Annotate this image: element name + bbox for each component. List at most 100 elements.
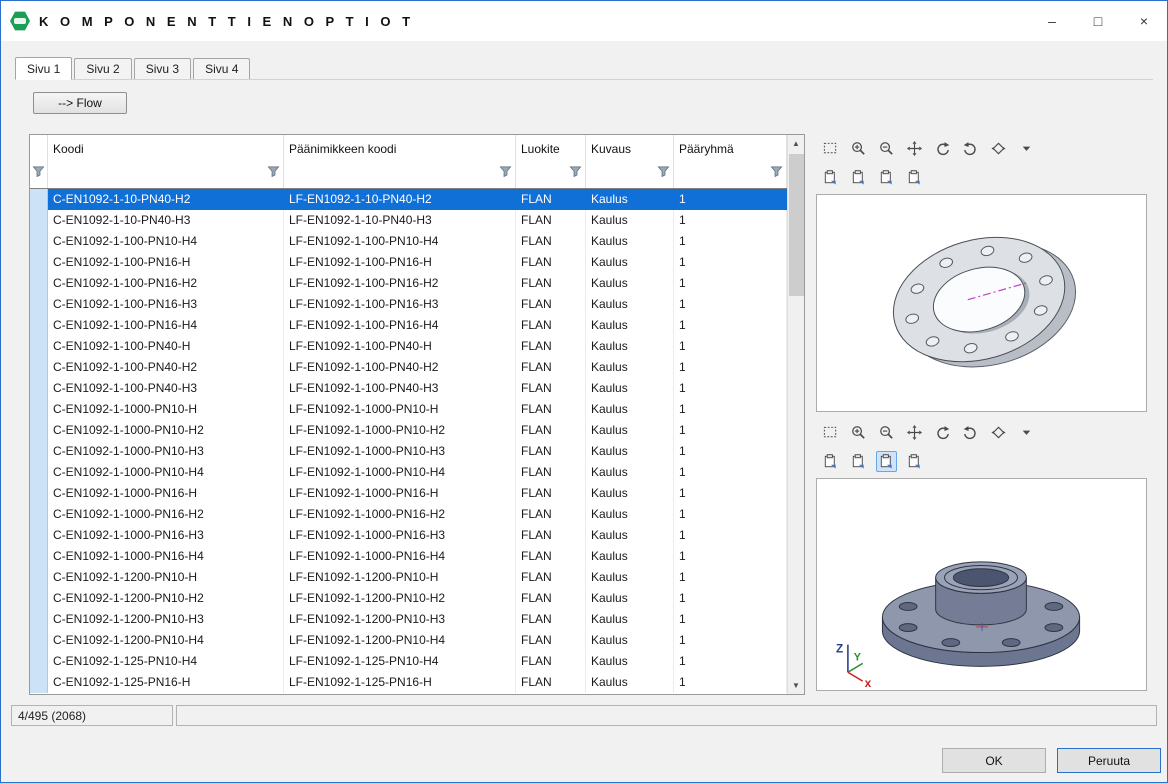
- filter-icon[interactable]: [770, 165, 783, 183]
- cell-kuvaus[interactable]: Kaulus: [586, 567, 674, 588]
- rotate-right-icon[interactable]: [960, 138, 981, 159]
- tab-sivu-2[interactable]: Sivu 2: [74, 58, 131, 79]
- row-gutter[interactable]: [30, 252, 48, 273]
- cell-koodi[interactable]: C-EN1092-1-1000-PN16-H2: [48, 504, 284, 525]
- cell-luokite[interactable]: FLAN: [516, 504, 586, 525]
- cell-kuvaus[interactable]: Kaulus: [586, 378, 674, 399]
- table-row[interactable]: C-EN1092-1-100-PN40-HLF-EN1092-1-100-PN4…: [30, 336, 787, 357]
- cell-paaryhma[interactable]: 1: [674, 504, 787, 525]
- cell-parent-code[interactable]: LF-EN1092-1-100-PN16-H2: [284, 273, 516, 294]
- row-gutter[interactable]: [30, 651, 48, 672]
- column-header-parent[interactable]: Päänimikkeen koodi: [284, 135, 516, 163]
- scroll-up-arrow[interactable]: ▲: [788, 135, 804, 152]
- table-row[interactable]: C-EN1092-1-1200-PN10-H4LF-EN1092-1-1200-…: [30, 630, 787, 651]
- cell-parent-code[interactable]: LF-EN1092-1-1000-PN16-H: [284, 483, 516, 504]
- pan-icon[interactable]: [904, 138, 925, 159]
- tab-sivu-4[interactable]: Sivu 4: [193, 58, 250, 79]
- cell-paaryhma[interactable]: 1: [674, 336, 787, 357]
- minimize-button[interactable]: –: [1029, 1, 1075, 41]
- cell-paaryhma[interactable]: 1: [674, 294, 787, 315]
- cell-kuvaus[interactable]: Kaulus: [586, 672, 674, 693]
- cell-parent-code[interactable]: LF-EN1092-1-100-PN16-H3: [284, 294, 516, 315]
- view-preset-1-icon[interactable]: [820, 451, 841, 472]
- cell-kuvaus[interactable]: Kaulus: [586, 357, 674, 378]
- cell-parent-code[interactable]: LF-EN1092-1-1200-PN10-H2: [284, 588, 516, 609]
- ok-button[interactable]: OK: [942, 748, 1046, 773]
- cell-kuvaus[interactable]: Kaulus: [586, 210, 674, 231]
- cell-parent-code[interactable]: LF-EN1092-1-100-PN16-H4: [284, 315, 516, 336]
- vertical-scrollbar[interactable]: ▲ ▼: [787, 135, 804, 694]
- table-row[interactable]: C-EN1092-1-125-PN10-H4LF-EN1092-1-125-PN…: [30, 651, 787, 672]
- cell-kuvaus[interactable]: Kaulus: [586, 546, 674, 567]
- table-row[interactable]: C-EN1092-1-100-PN16-HLF-EN1092-1-100-PN1…: [30, 252, 787, 273]
- cell-kuvaus[interactable]: Kaulus: [586, 273, 674, 294]
- table-row[interactable]: C-EN1092-1-1000-PN16-H4LF-EN1092-1-1000-…: [30, 546, 787, 567]
- table-row[interactable]: C-EN1092-1-1000-PN16-H3LF-EN1092-1-1000-…: [30, 525, 787, 546]
- cell-paaryhma[interactable]: 1: [674, 315, 787, 336]
- close-button[interactable]: ×: [1121, 1, 1167, 41]
- cell-koodi[interactable]: C-EN1092-1-100-PN16-H3: [48, 294, 284, 315]
- cell-paaryhma[interactable]: 1: [674, 483, 787, 504]
- cell-parent-code[interactable]: LF-EN1092-1-1200-PN10-H4: [284, 630, 516, 651]
- view-preset-1-icon[interactable]: [820, 167, 841, 188]
- cell-luokite[interactable]: FLAN: [516, 189, 586, 210]
- cell-paaryhma[interactable]: 1: [674, 609, 787, 630]
- cell-parent-code[interactable]: LF-EN1092-1-125-PN10-H4: [284, 651, 516, 672]
- table-row[interactable]: C-EN1092-1-100-PN40-H3LF-EN1092-1-100-PN…: [30, 378, 787, 399]
- cell-luokite[interactable]: FLAN: [516, 567, 586, 588]
- cell-kuvaus[interactable]: Kaulus: [586, 483, 674, 504]
- table-row[interactable]: C-EN1092-1-1000-PN10-H2LF-EN1092-1-1000-…: [30, 420, 787, 441]
- cell-parent-code[interactable]: LF-EN1092-1-100-PN40-H2: [284, 357, 516, 378]
- filter-icon[interactable]: [657, 165, 670, 183]
- table-row[interactable]: C-EN1092-1-1000-PN16-H2LF-EN1092-1-1000-…: [30, 504, 787, 525]
- pan-icon[interactable]: [904, 422, 925, 443]
- cell-koodi[interactable]: C-EN1092-1-10-PN40-H2: [48, 189, 284, 210]
- scroll-thumb[interactable]: [789, 154, 804, 296]
- row-gutter[interactable]: [30, 294, 48, 315]
- cell-luokite[interactable]: FLAN: [516, 588, 586, 609]
- row-gutter[interactable]: [30, 420, 48, 441]
- cell-parent-code[interactable]: LF-EN1092-1-1000-PN10-H2: [284, 420, 516, 441]
- cell-kuvaus[interactable]: Kaulus: [586, 294, 674, 315]
- tab-sivu-1[interactable]: Sivu 1: [15, 57, 72, 80]
- row-gutter[interactable]: [30, 483, 48, 504]
- cell-paaryhma[interactable]: 1: [674, 441, 787, 462]
- cell-luokite[interactable]: FLAN: [516, 630, 586, 651]
- cell-koodi[interactable]: C-EN1092-1-1200-PN10-H: [48, 567, 284, 588]
- cell-kuvaus[interactable]: Kaulus: [586, 462, 674, 483]
- cell-luokite[interactable]: FLAN: [516, 399, 586, 420]
- cell-paaryhma[interactable]: 1: [674, 210, 787, 231]
- maximize-button[interactable]: □: [1075, 1, 1121, 41]
- view-preset-2-icon[interactable]: [848, 451, 869, 472]
- cell-koodi[interactable]: C-EN1092-1-1000-PN16-H4: [48, 546, 284, 567]
- cell-parent-code[interactable]: LF-EN1092-1-1200-PN10-H: [284, 567, 516, 588]
- cell-paaryhma[interactable]: 1: [674, 567, 787, 588]
- cell-koodi[interactable]: C-EN1092-1-1000-PN10-H3: [48, 441, 284, 462]
- column-header-paaryhma[interactable]: Pääryhmä: [674, 135, 787, 163]
- filter-icon[interactable]: [499, 165, 512, 183]
- cell-paaryhma[interactable]: 1: [674, 231, 787, 252]
- cell-parent-code[interactable]: LF-EN1092-1-10-PN40-H2: [284, 189, 516, 210]
- cell-koodi[interactable]: C-EN1092-1-1000-PN16-H3: [48, 525, 284, 546]
- cell-kuvaus[interactable]: Kaulus: [586, 588, 674, 609]
- cell-paaryhma[interactable]: 1: [674, 630, 787, 651]
- cell-luokite[interactable]: FLAN: [516, 231, 586, 252]
- row-gutter[interactable]: [30, 672, 48, 693]
- viewport-2[interactable]: Z Y x: [816, 478, 1147, 691]
- flow-button[interactable]: --> Flow: [33, 92, 127, 114]
- cell-paaryhma[interactable]: 1: [674, 357, 787, 378]
- cell-parent-code[interactable]: LF-EN1092-1-1000-PN16-H2: [284, 504, 516, 525]
- cell-luokite[interactable]: FLAN: [516, 546, 586, 567]
- row-gutter[interactable]: [30, 336, 48, 357]
- table-row[interactable]: C-EN1092-1-1200-PN10-HLF-EN1092-1-1200-P…: [30, 567, 787, 588]
- cell-luokite[interactable]: FLAN: [516, 651, 586, 672]
- cell-koodi[interactable]: C-EN1092-1-1200-PN10-H3: [48, 609, 284, 630]
- cell-parent-code[interactable]: LF-EN1092-1-1000-PN16-H4: [284, 546, 516, 567]
- row-gutter[interactable]: [30, 210, 48, 231]
- cell-paaryhma[interactable]: 1: [674, 273, 787, 294]
- cell-luokite[interactable]: FLAN: [516, 483, 586, 504]
- cell-luokite[interactable]: FLAN: [516, 210, 586, 231]
- row-gutter[interactable]: [30, 357, 48, 378]
- cell-kuvaus[interactable]: Kaulus: [586, 399, 674, 420]
- cell-koodi[interactable]: C-EN1092-1-100-PN10-H4: [48, 231, 284, 252]
